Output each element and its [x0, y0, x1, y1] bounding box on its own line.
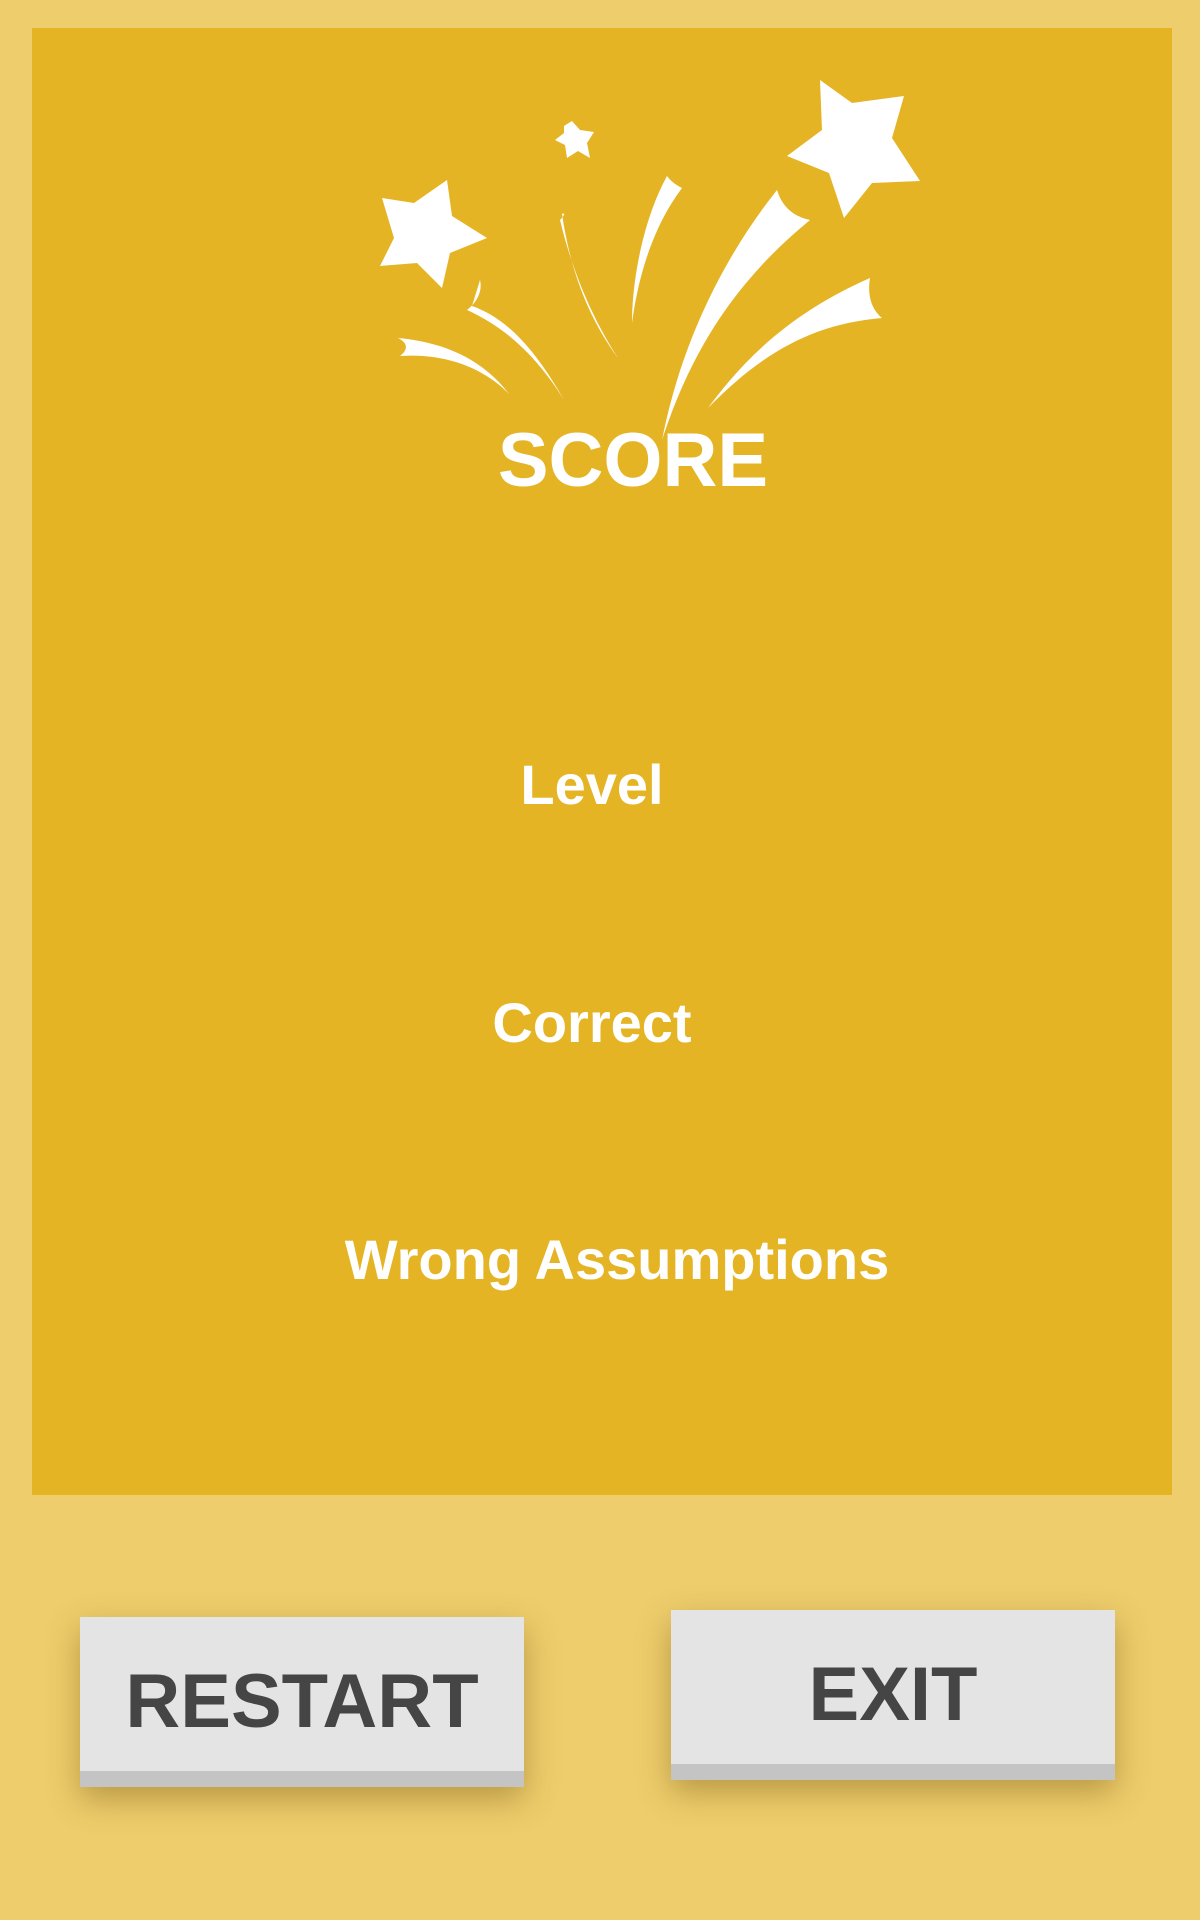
star-right: [787, 80, 920, 218]
wrong-assumptions-label: Wrong Assumptions: [344, 1228, 890, 1291]
trail-2: [467, 280, 564, 400]
restart-button[interactable]: RESTART: [80, 1617, 524, 1787]
fireworks-icon: [380, 80, 920, 440]
trail-5: [662, 190, 810, 440]
level-label: Level: [520, 753, 664, 816]
star-left: [380, 180, 487, 288]
exit-button[interactable]: EXIT: [671, 1610, 1115, 1780]
trail-3: [560, 213, 618, 358]
trail-1: [398, 338, 509, 394]
score-title: SCORE: [497, 418, 769, 503]
trail-4: [632, 176, 682, 323]
correct-label: Correct: [492, 991, 692, 1054]
star-small: [555, 121, 594, 158]
